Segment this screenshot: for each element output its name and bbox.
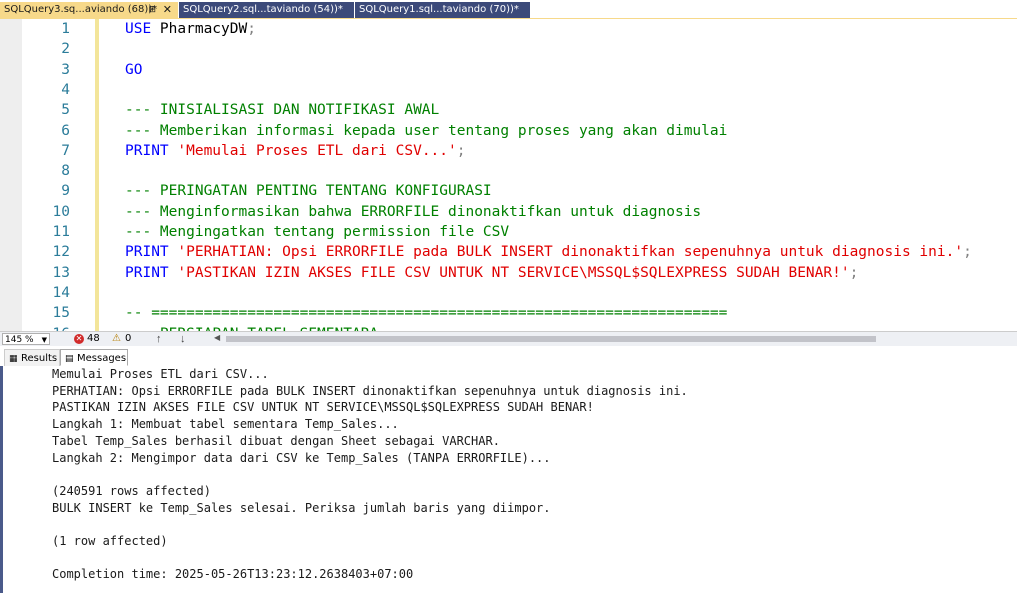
results-tab-bar: ▦ Results ▤ Messages (0, 346, 1017, 367)
line-number: 2 (61, 41, 70, 58)
code-token: --- PERINGATAN PENTING TENTANG KONFIGURA… (125, 183, 492, 200)
code-token: PRINT (125, 264, 178, 281)
arrow-down-icon[interactable]: ↓ (180, 332, 186, 346)
message-line: (1 row affected) (52, 534, 168, 548)
scroll-left-icon[interactable]: ◀ (214, 333, 220, 342)
document-tab-bar: SQLQuery3.sq...aviando (68))* ⊞ ✕ SQLQue… (0, 0, 1017, 18)
query-editor[interactable]: 12345678910111213141516 USE PharmacyDW;G… (0, 19, 1017, 331)
line-number: 5 (61, 102, 70, 119)
message-line: Tabel Temp_Sales berhasil dibuat dengan … (52, 433, 500, 448)
tab-results-label: Results (21, 353, 58, 364)
zoom-select[interactable]: 145 % ▼ (2, 333, 50, 345)
panel-edge (0, 366, 3, 593)
message-line: BULK INSERT ke Temp_Sales selesai. Perik… (52, 500, 551, 515)
warning-icon: ⚠ (112, 333, 121, 344)
code-line[interactable]: --- Menginformasikan bahwa ERRORFILE din… (125, 202, 701, 222)
tab-sqlquery3[interactable]: SQLQuery3.sq...aviando (68))* ⊞ ✕ (0, 2, 178, 18)
change-tracking-bar (95, 19, 99, 331)
scrollbar-thumb[interactable] (226, 336, 876, 342)
line-number: 14 (52, 284, 70, 301)
code-line[interactable]: -- =====================================… (125, 303, 727, 323)
line-number: 7 (61, 142, 70, 159)
message-line: Completion time: 2025-05-26T13:23:12.263… (52, 567, 414, 582)
editor-status-row: 145 % ▼ ✕ 48 ⚠ 0 ↑ ↓ ◀ (0, 331, 1017, 346)
message-line: Langkah 1: Membuat tabel sementara Temp_… (52, 417, 399, 432)
line-number: 12 (52, 244, 70, 261)
message-line: (240591 rows affected) (52, 483, 211, 498)
code-token: ; (247, 21, 256, 37)
close-icon[interactable]: ✕ (163, 2, 172, 18)
error-count[interactable]: 48 (87, 332, 100, 346)
message-line: Langkah 2: Mengimpor data dari CSV ke Te… (52, 450, 551, 465)
code-token: --- INISIALISASI DAN NOTIFIKASI AWAL (125, 102, 440, 119)
code-line[interactable]: --- PERINGATAN PENTING TENTANG KONFIGURA… (125, 181, 492, 201)
tab-sqlquery2[interactable]: SQLQuery2.sql...taviando (54))* (179, 2, 354, 18)
line-number: 6 (61, 122, 70, 139)
line-number: 9 (61, 183, 70, 200)
line-number: 11 (52, 224, 70, 240)
line-number: 3 (61, 61, 70, 78)
tab-results[interactable]: ▦ Results (4, 349, 60, 366)
code-token: 'Memulai Proses ETL dari CSV...' (177, 142, 457, 159)
code-token: 'PASTIKAN IZIN AKSES FILE CSV UNTUK NT S… (177, 264, 850, 281)
selection-margin (0, 19, 22, 331)
line-number: 10 (52, 203, 70, 220)
tab-label: SQLQuery3.sq...aviando (68))* (4, 4, 158, 15)
error-icon: ✕ (74, 334, 84, 344)
code-line[interactable]: PRINT 'Memulai Proses ETL dari CSV...'; (125, 141, 465, 161)
horizontal-scrollbar[interactable]: ◀ (214, 333, 1014, 344)
code-token: PRINT (125, 244, 178, 261)
code-line[interactable]: --- INISIALISASI DAN NOTIFIKASI AWAL (125, 100, 439, 120)
message-line: Memulai Proses ETL dari CSV... (52, 367, 269, 381)
line-number: 8 (61, 163, 70, 180)
tab-label: SQLQuery2.sql...taviando (54))* (183, 4, 343, 15)
code-token: ; (849, 264, 859, 281)
tab-label: SQLQuery1.sql...taviando (70))* (359, 4, 519, 15)
code-token: PharmacyDW (159, 21, 248, 37)
code-token: --- Mengingatkan tentang permission file… (125, 224, 510, 240)
line-number: 4 (61, 81, 70, 98)
code-line[interactable]: --- Mengingatkan tentang permission file… (125, 222, 509, 242)
tab-sqlquery1[interactable]: SQLQuery1.sql...taviando (70))* (355, 2, 530, 18)
code-line[interactable]: PRINT 'PASTIKAN IZIN AKSES FILE CSV UNTU… (125, 263, 858, 283)
code-token: PRINT (125, 142, 178, 159)
code-token: USE (125, 21, 160, 37)
code-line[interactable]: PRINT 'PERHATIAN: Opsi ERRORFILE pada BU… (125, 242, 972, 262)
code-token: ; (963, 244, 972, 261)
code-token: 'PERHATIAN: Opsi ERRORFILE pada BULK INS… (177, 244, 964, 261)
code-token: GO (125, 61, 143, 78)
tab-messages[interactable]: ▤ Messages (60, 349, 128, 366)
warning-count[interactable]: 0 (125, 332, 131, 346)
arrow-up-icon[interactable]: ↑ (156, 332, 162, 346)
line-number: 15 (52, 305, 70, 322)
tab-messages-label: Messages (77, 353, 127, 364)
messages-panel[interactable]: Memulai Proses ETL dari CSV... PERHATIAN:… (0, 366, 1017, 593)
zoom-value: 145 % (5, 335, 34, 345)
code-token: -- =====================================… (125, 305, 728, 322)
code-line[interactable]: --- Memberikan informasi kepada user ten… (125, 121, 727, 141)
code-line[interactable]: USE PharmacyDW; (125, 19, 256, 39)
code-token: --- Menginformasikan bahwa ERRORFILE din… (125, 203, 702, 220)
line-number: 1 (61, 21, 70, 37)
chevron-down-icon: ▼ (41, 336, 47, 344)
line-number: 13 (52, 264, 70, 281)
message-line: PERHATIAN: Opsi ERRORFILE pada BULK INSE… (52, 383, 688, 398)
message-line: PASTIKAN IZIN AKSES FILE CSV UNTUK NT SE… (52, 400, 594, 415)
pin-icon[interactable]: ⊞ (148, 2, 156, 18)
code-token: --- Memberikan informasi kepada user ten… (125, 122, 728, 139)
code-line[interactable]: --- PERSIAPAN TABEL SEMENTARA (125, 324, 378, 332)
code-line[interactable]: GO (125, 60, 142, 80)
code-token: ; (456, 142, 466, 159)
line-number: 16 (22, 324, 70, 332)
